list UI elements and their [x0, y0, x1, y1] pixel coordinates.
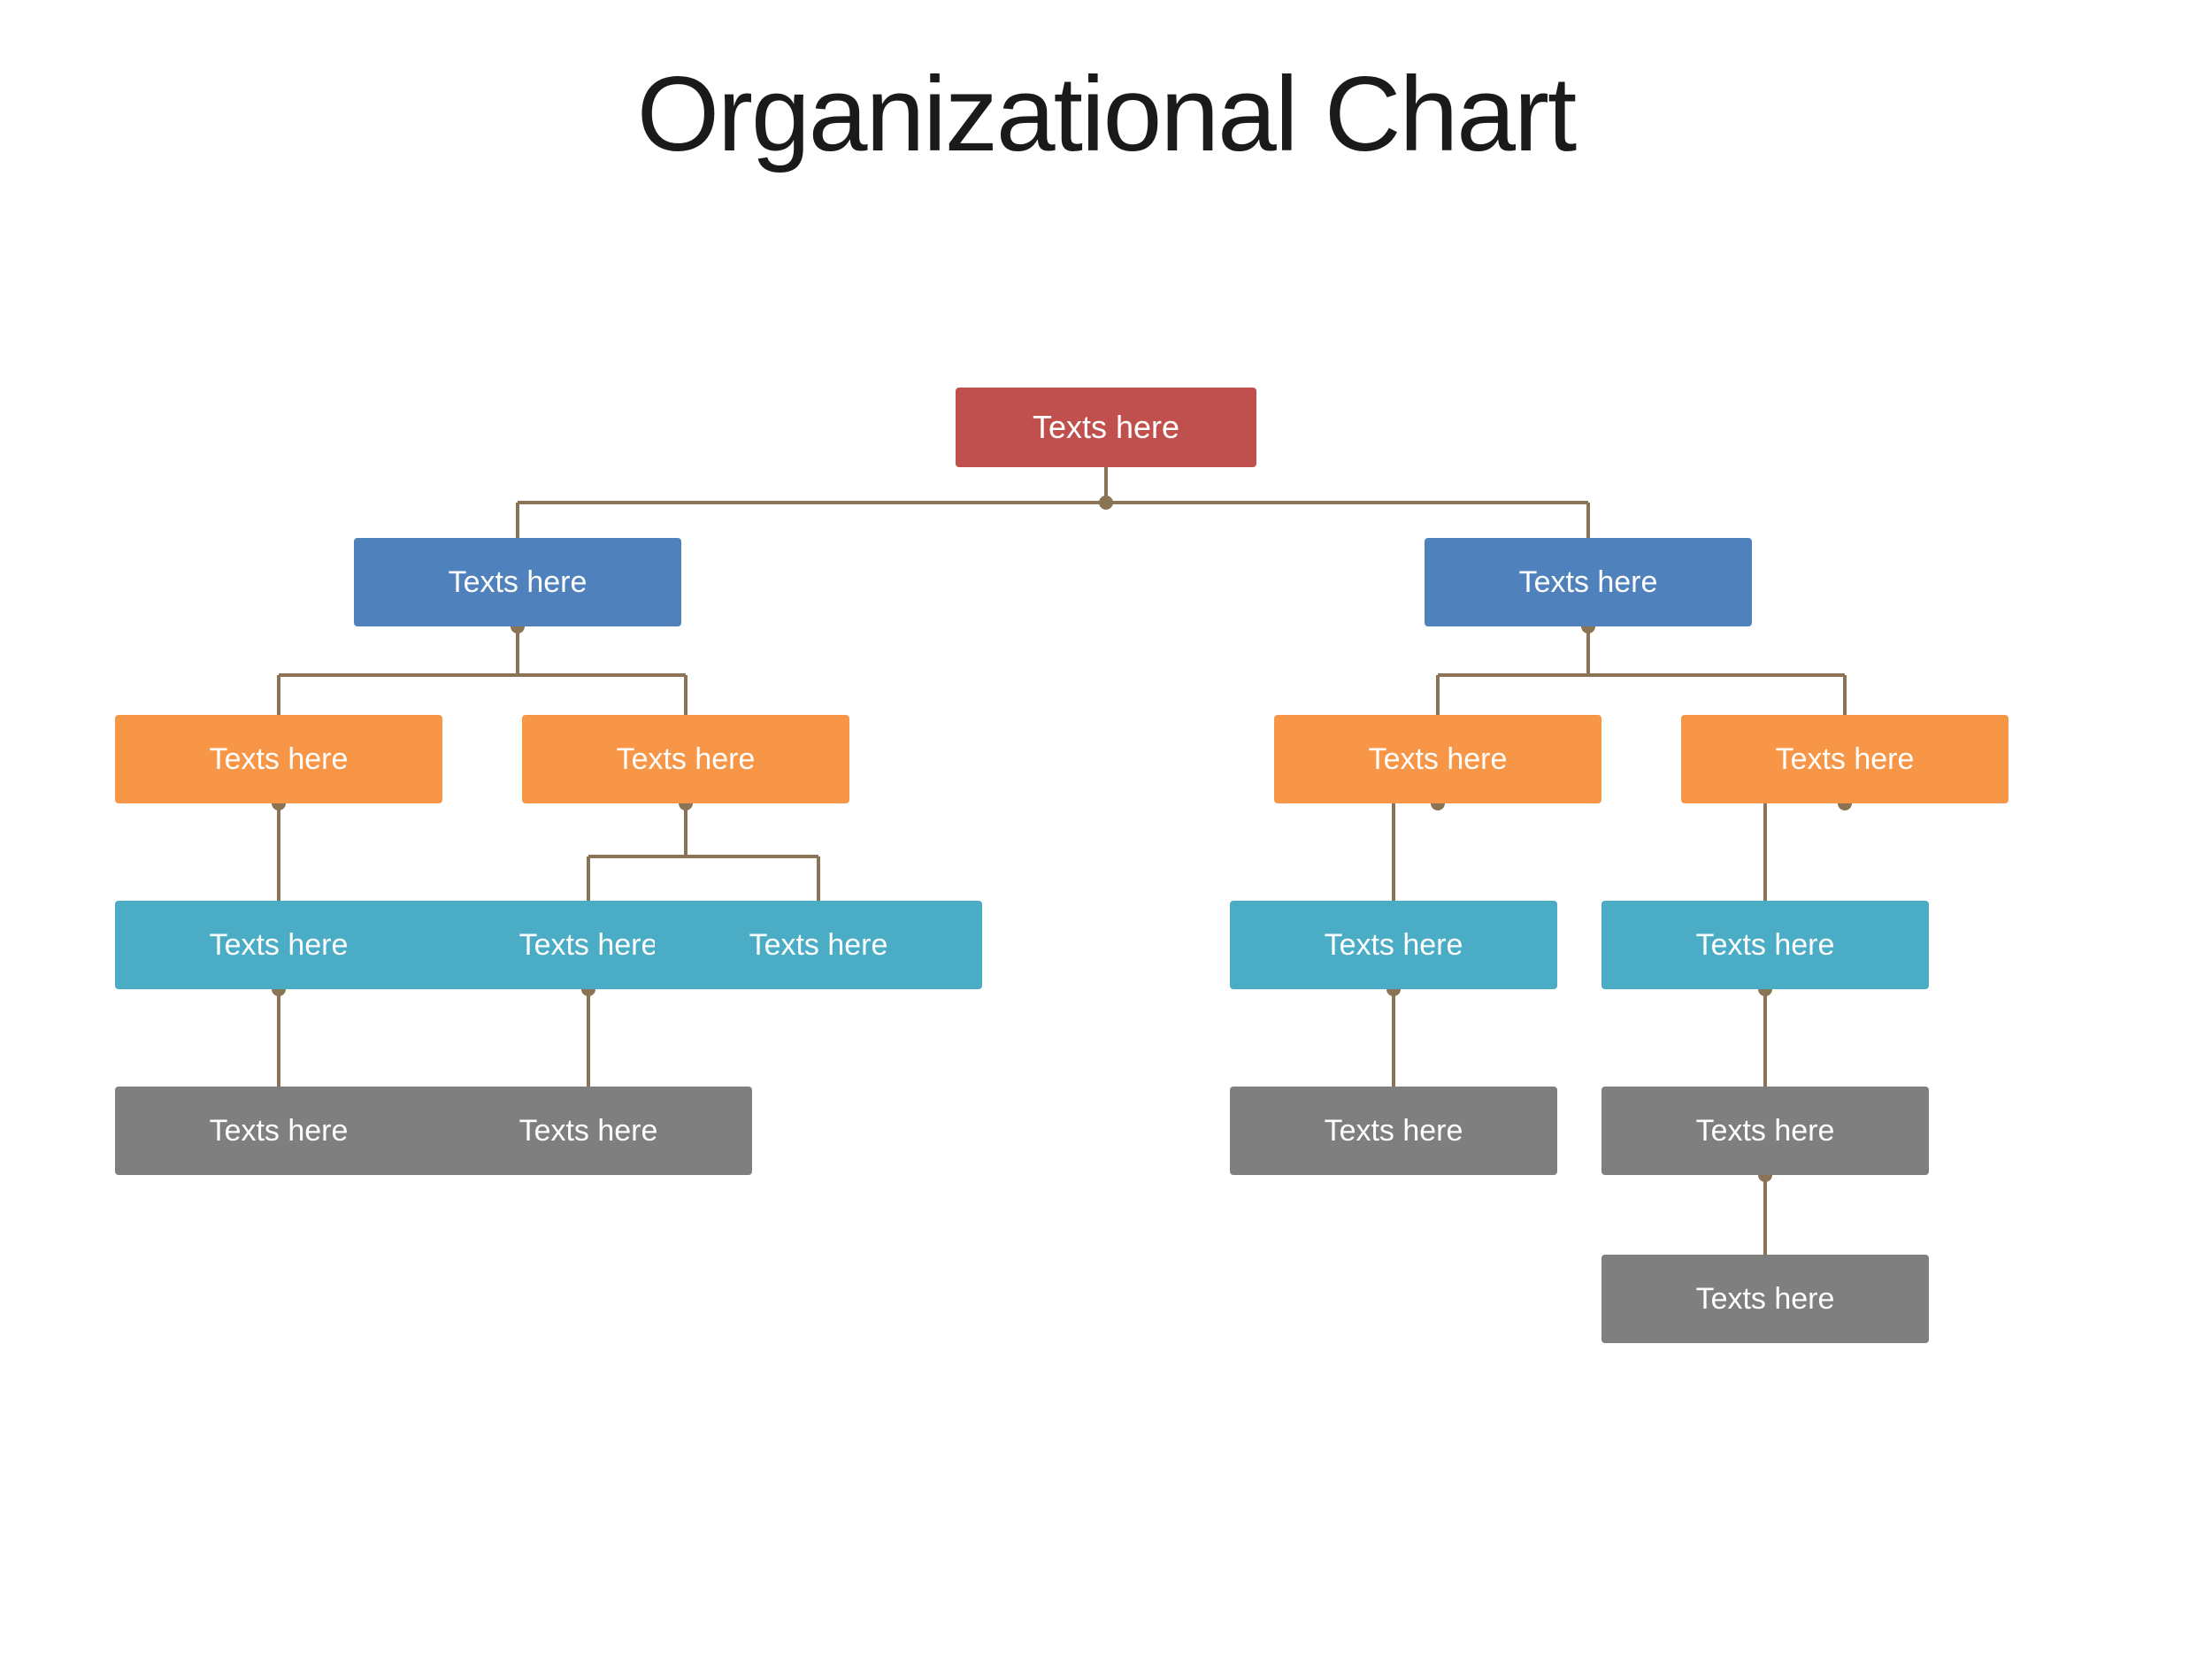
node-l4-a[interactable]: Texts here [115, 1087, 442, 1175]
node-l1-left[interactable]: Texts here [354, 538, 681, 626]
node-l3-d[interactable]: Texts here [1230, 901, 1557, 989]
node-root[interactable]: Texts here [956, 388, 1256, 467]
node-l2-d[interactable]: Texts here [1681, 715, 2008, 803]
org-chart: Texts here Texts here Texts here Texts h… [44, 228, 2168, 1644]
page-title: Organizational Chart [637, 53, 1576, 175]
node-l1-right[interactable]: Texts here [1425, 538, 1752, 626]
node-l2-b[interactable]: Texts here [522, 715, 849, 803]
node-l4-e[interactable]: Texts here [1601, 1255, 1929, 1343]
node-l2-a[interactable]: Texts here [115, 715, 442, 803]
node-l4-c[interactable]: Texts here [1230, 1087, 1557, 1175]
node-l2-c[interactable]: Texts here [1274, 715, 1601, 803]
node-l4-b[interactable]: Texts here [425, 1087, 752, 1175]
node-l3-c[interactable]: Texts here [655, 901, 982, 989]
node-l4-d[interactable]: Texts here [1601, 1087, 1929, 1175]
node-l3-a[interactable]: Texts here [115, 901, 442, 989]
node-l3-e[interactable]: Texts here [1601, 901, 1929, 989]
